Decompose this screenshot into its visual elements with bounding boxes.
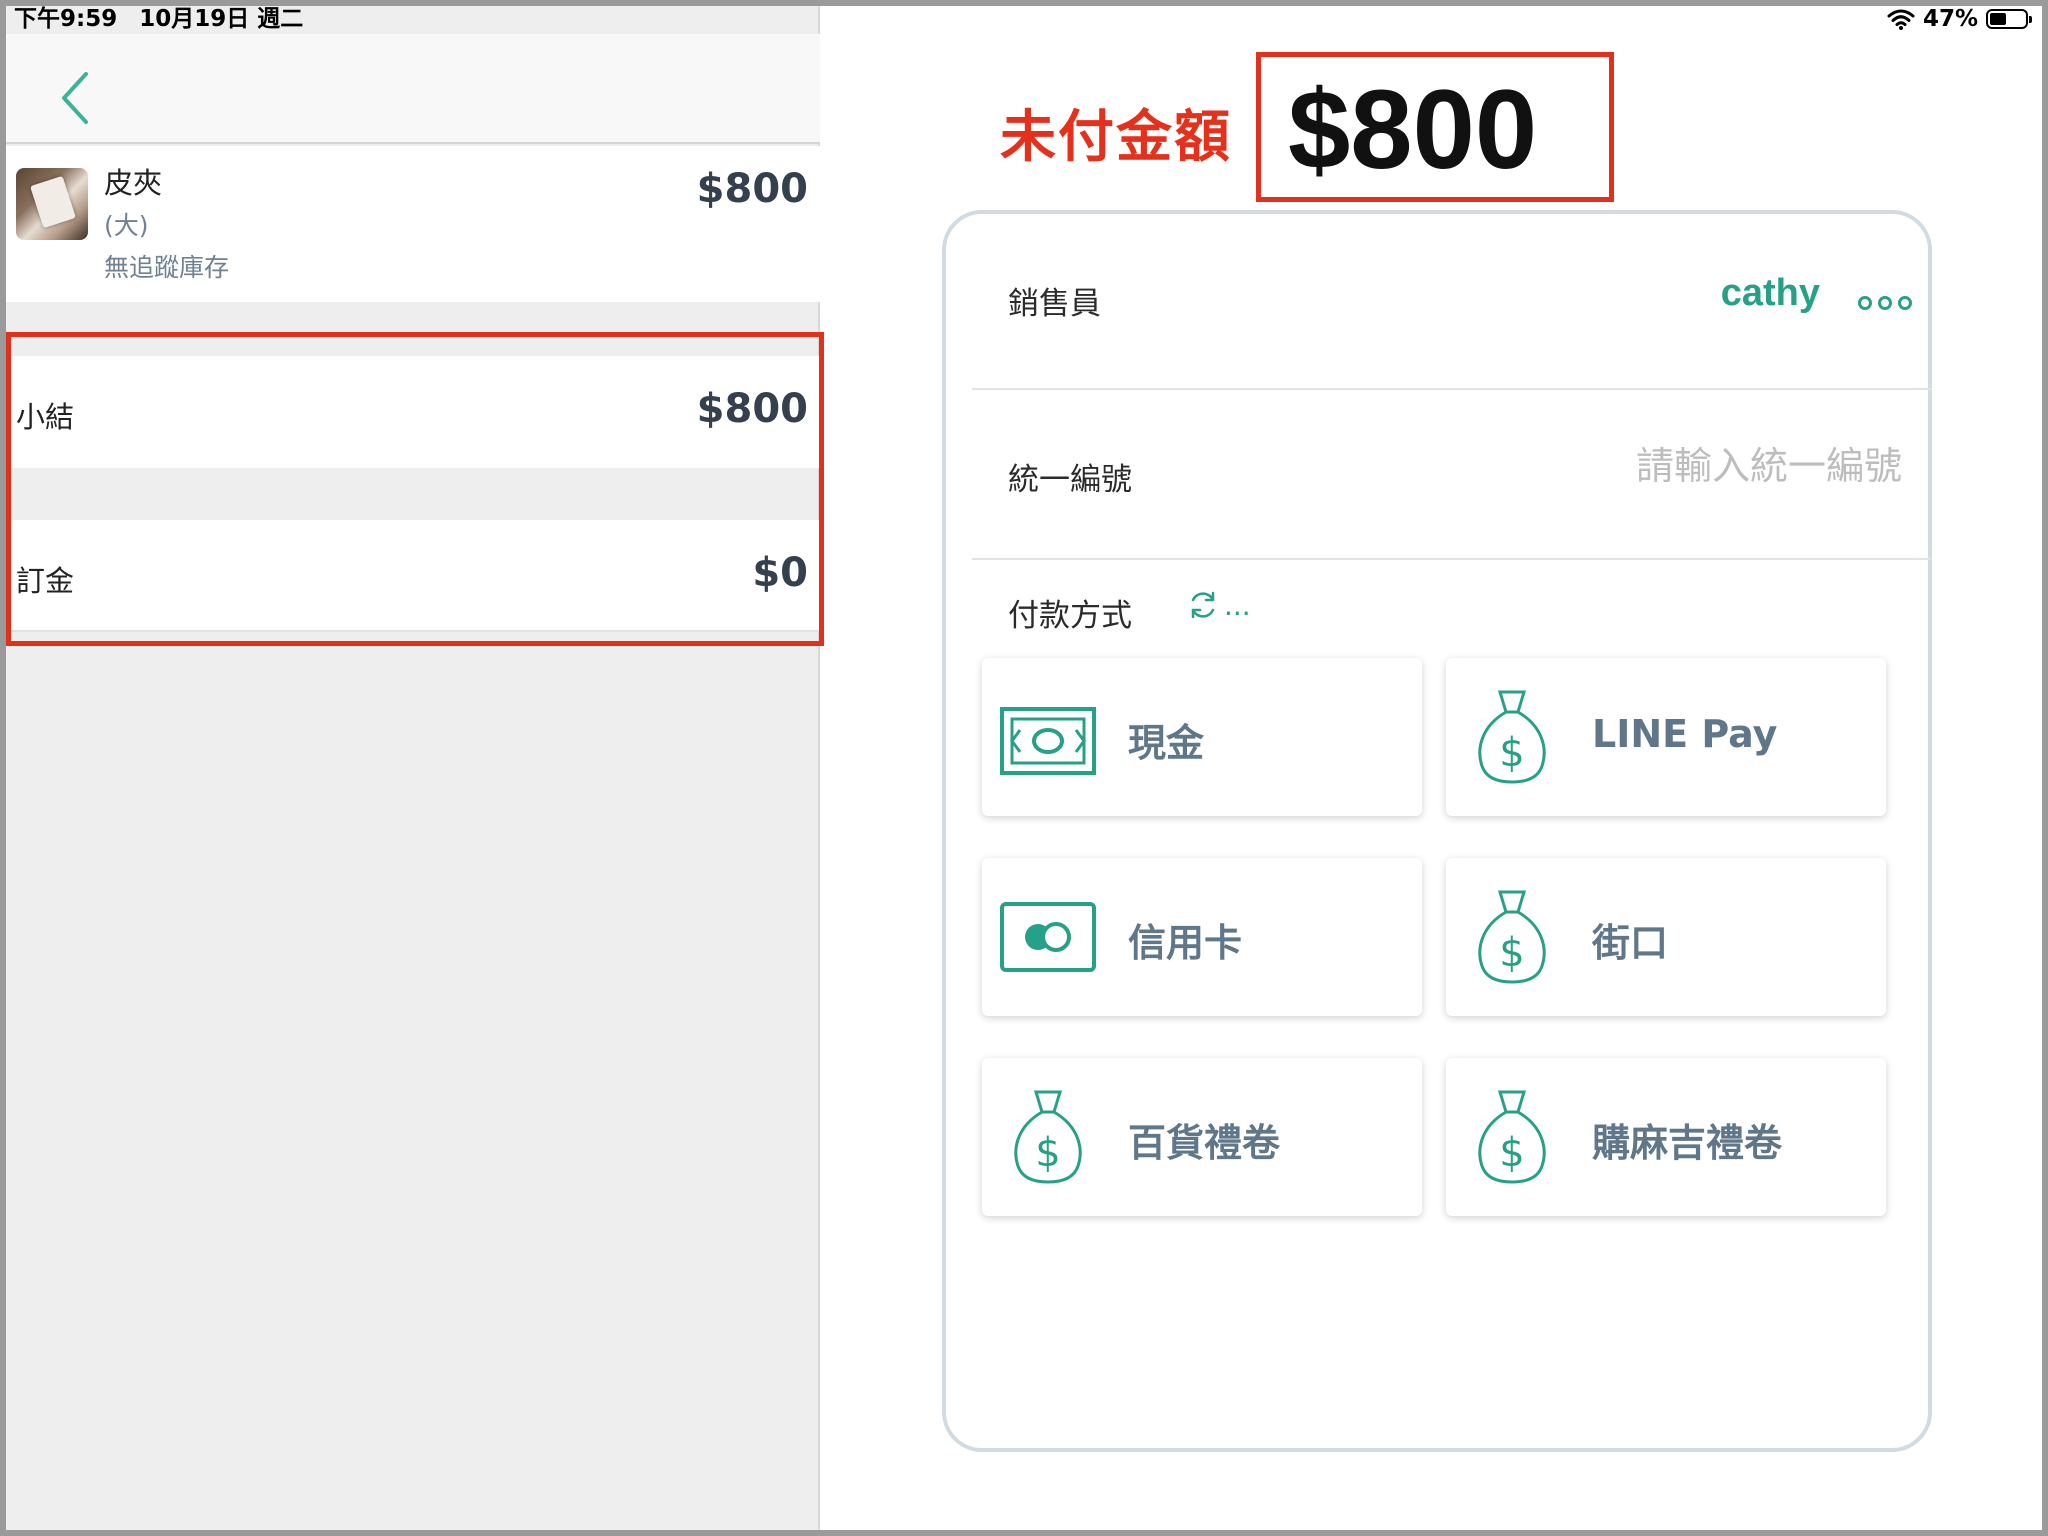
tax-id-label: 統一編號 (1008, 462, 1132, 498)
money-bag-icon: $ (1478, 690, 1546, 784)
svg-text:$: $ (1499, 930, 1524, 976)
unpaid-amount-value: $800 (1288, 67, 1538, 192)
battery-icon (1986, 9, 2032, 29)
credit-card-icon (1000, 902, 1096, 972)
status-time: 下午9:59 (14, 6, 118, 32)
cart-item-row[interactable]: 皮夾 (大) 無追蹤庫存 $800 (6, 146, 820, 302)
cart-header (6, 34, 820, 144)
payment-method-cash[interactable]: 現金 (982, 658, 1422, 816)
subtotal-value: $800 (696, 386, 808, 432)
payment-method-label: 付款方式 (1008, 598, 1132, 634)
refresh-ellipsis: ... (1224, 588, 1251, 622)
salesperson-row[interactable]: 銷售員 cathy (972, 214, 1932, 390)
battery-percent: 47% (1922, 6, 1978, 32)
money-bag-icon: $ (1478, 1090, 1546, 1184)
payment-refresh-button[interactable]: ... (1186, 588, 1251, 622)
payment-method-linepay[interactable]: $ LINE Pay (1446, 658, 1886, 816)
payment-method-credit-card[interactable]: 信用卡 (982, 858, 1422, 1016)
payment-method-label: 購麻吉禮卷 (1592, 1121, 1783, 1165)
payment-method-label: LINE Pay (1592, 712, 1778, 756)
app-screen: 皮夾 (大) 無追蹤庫存 $800 小結 $800 訂金 $0 下午9:59 10… (6, 6, 2042, 1530)
svg-text:$: $ (1499, 1130, 1524, 1176)
cash-icon (1000, 707, 1096, 775)
tax-id-row: 統一編號 (972, 390, 1932, 560)
svg-text:$: $ (1499, 730, 1524, 776)
status-date: 10月19日 週二 (139, 6, 304, 32)
status-bar: 下午9:59 10月19日 週二 47% (6, 6, 2042, 34)
item-stock-note: 無追蹤庫存 (104, 253, 230, 282)
battery-level (1990, 13, 2006, 25)
payment-method-gomaji-voucher[interactable]: $ 購麻吉禮卷 (1446, 1058, 1886, 1216)
item-price: $800 (696, 166, 808, 212)
back-chevron-icon[interactable] (56, 68, 96, 128)
payment-method-jkopay[interactable]: $ 街口 (1446, 858, 1886, 1016)
money-bag-icon: $ (1014, 1090, 1082, 1184)
item-name: 皮夾 (104, 166, 163, 200)
salesperson-more-icon[interactable] (1858, 296, 1912, 310)
payment-card: 銷售員 cathy 統一編號 付款方式 ... (942, 210, 1932, 1452)
money-bag-icon: $ (1478, 890, 1546, 984)
subtotal-label: 小結 (16, 400, 75, 434)
tax-id-input[interactable] (1482, 438, 1902, 494)
refresh-icon (1191, 591, 1215, 619)
cart-panel: 皮夾 (大) 無追蹤庫存 $800 小結 $800 訂金 $0 (6, 6, 820, 1530)
wifi-icon (1887, 9, 1915, 30)
item-variant: (大) (104, 211, 149, 240)
subtotal-row: 小結 $800 (6, 356, 820, 468)
deposit-row[interactable]: 訂金 $0 (6, 520, 820, 632)
payment-method-label: 百貨禮卷 (1128, 1121, 1281, 1165)
payment-method-label: 現金 (1128, 721, 1205, 765)
unpaid-amount-label: 未付金額 (1000, 105, 1232, 170)
salesperson-label: 銷售員 (1008, 286, 1101, 322)
payment-method-label: 街口 (1592, 921, 1669, 965)
deposit-value: $0 (752, 550, 808, 596)
salesperson-value[interactable]: cathy (1721, 272, 1820, 315)
item-thumbnail (16, 168, 88, 240)
payment-method-label: 信用卡 (1128, 921, 1243, 965)
payment-method-department-voucher[interactable]: $ 百貨禮卷 (982, 1058, 1422, 1216)
deposit-label: 訂金 (16, 564, 75, 598)
svg-text:$: $ (1035, 1130, 1060, 1176)
